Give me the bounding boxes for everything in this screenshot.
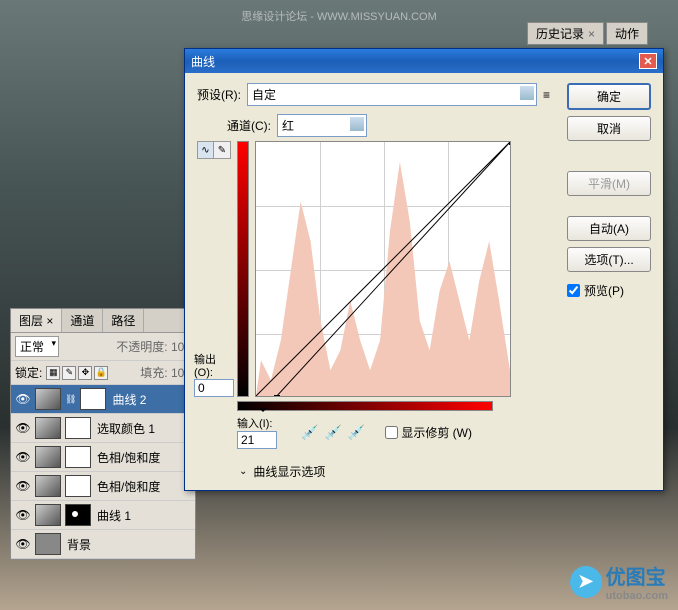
mask-thumb: [65, 504, 91, 526]
layer-item[interactable]: 👁 ⛓ 曲线 2: [11, 385, 195, 414]
close-button[interactable]: ✕: [639, 53, 657, 69]
curves-dialog: 曲线 ✕ 预设(R): 自定 ≡ 通道(C): 红 ∿ ✎: [184, 48, 664, 491]
cancel-button[interactable]: 取消: [567, 116, 651, 141]
channel-select[interactable]: 红: [277, 114, 367, 137]
visibility-icon[interactable]: 👁: [15, 536, 31, 552]
smooth-button: 平滑(M): [567, 171, 651, 196]
layer-name[interactable]: 背景: [67, 536, 91, 553]
chevron-icon: ⌄: [239, 466, 247, 477]
visibility-icon[interactable]: 👁: [15, 478, 31, 494]
curve-graph[interactable]: [255, 141, 511, 397]
layer-item[interactable]: 👁 选取颜色 1: [11, 414, 195, 443]
eyedropper-white-icon[interactable]: 💉: [348, 424, 365, 441]
display-options-toggle[interactable]: ⌄ 曲线显示选项: [237, 463, 557, 480]
opacity-label: 不透明度: 100: [116, 338, 191, 355]
layer-thumb: [35, 446, 61, 468]
lock-label: 锁定:: [15, 364, 42, 381]
lock-transparency-icon[interactable]: ▦: [46, 366, 60, 380]
mask-thumb: [65, 446, 91, 468]
layer-thumb: [35, 533, 61, 555]
shadow-slider[interactable]: [259, 408, 267, 416]
close-icon[interactable]: ×: [588, 27, 595, 41]
eyedropper-gray-icon[interactable]: 💉: [324, 424, 341, 441]
preview-checkbox[interactable]: 预览(P): [567, 282, 651, 299]
mask-thumb: [65, 417, 91, 439]
tab-actions[interactable]: 动作: [606, 22, 648, 45]
channel-label: 通道(C):: [227, 117, 271, 134]
lock-position-icon[interactable]: ✥: [78, 366, 92, 380]
output-input[interactable]: [194, 379, 234, 397]
output-label: 输出(O):: [194, 351, 234, 379]
layer-thumb: [35, 475, 61, 497]
ok-button[interactable]: 确定: [567, 83, 651, 110]
titlebar[interactable]: 曲线 ✕: [185, 49, 663, 73]
curve-line: [256, 142, 510, 396]
layer-thumb: [35, 388, 61, 410]
curve-point-shadow[interactable]: [274, 395, 280, 397]
layer-thumb: [35, 417, 61, 439]
top-tabs: 历史记录 × 动作: [527, 22, 648, 45]
curve-pencil-tool[interactable]: ✎: [214, 142, 230, 158]
auto-button[interactable]: 自动(A): [567, 216, 651, 241]
eyedropper-black-icon[interactable]: 💉: [301, 424, 318, 441]
preset-label: 预设(R):: [197, 86, 241, 103]
layer-thumb: [35, 504, 61, 526]
watermark-bottom-right: ➤ 优图宝 utobao.com: [570, 561, 668, 602]
options-button[interactable]: 选项(T)...: [567, 247, 651, 272]
mask-thumb: [65, 475, 91, 497]
tab-channels[interactable]: 通道: [62, 309, 103, 332]
vertical-gradient: [237, 141, 249, 397]
layer-name[interactable]: 曲线 1: [97, 507, 131, 524]
preset-select[interactable]: 自定: [247, 83, 537, 106]
show-clipping-checkbox[interactable]: 显示修剪 (W): [385, 424, 472, 441]
logo-icon: ➤: [570, 566, 602, 598]
layer-name[interactable]: 曲线 2: [112, 391, 146, 408]
layer-item[interactable]: 👁 背景: [11, 530, 195, 559]
lock-all-icon[interactable]: 🔒: [94, 366, 108, 380]
layer-item[interactable]: 👁 色相/饱和度: [11, 443, 195, 472]
layer-name[interactable]: 选取颜色 1: [97, 420, 155, 437]
visibility-icon[interactable]: 👁: [15, 391, 31, 407]
link-icon[interactable]: ⛓: [65, 394, 76, 405]
curve-point-tool[interactable]: ∿: [198, 142, 214, 158]
visibility-icon[interactable]: 👁: [15, 420, 31, 436]
visibility-icon[interactable]: 👁: [15, 507, 31, 523]
tab-layers[interactable]: 图层 ×: [11, 309, 62, 332]
layer-name[interactable]: 色相/饱和度: [97, 449, 160, 466]
blend-mode-select[interactable]: 正常: [15, 336, 59, 357]
dialog-title: 曲线: [191, 53, 215, 70]
visibility-icon[interactable]: 👁: [15, 449, 31, 465]
watermark-top: 思缘设计论坛 - WWW.MISSYUAN.COM: [241, 8, 437, 24]
tab-paths[interactable]: 路径: [103, 309, 144, 332]
tab-history[interactable]: 历史记录 ×: [527, 22, 604, 45]
lock-paint-icon[interactable]: ✎: [62, 366, 76, 380]
input-input[interactable]: [237, 431, 277, 449]
layer-item[interactable]: 👁 色相/饱和度: [11, 472, 195, 501]
curve-point-highlight[interactable]: [509, 141, 511, 145]
input-label: 输入(I):: [237, 415, 277, 431]
horizontal-gradient[interactable]: [237, 401, 493, 411]
mask-thumb: [80, 388, 106, 410]
layer-name[interactable]: 色相/饱和度: [97, 478, 160, 495]
layers-panel: 图层 × 通道 路径 正常 不透明度: 100 锁定: ▦ ✎ ✥ 🔒 填充: …: [10, 308, 196, 560]
layer-item[interactable]: 👁 曲线 1: [11, 501, 195, 530]
preset-menu-icon[interactable]: ≡: [543, 88, 557, 102]
